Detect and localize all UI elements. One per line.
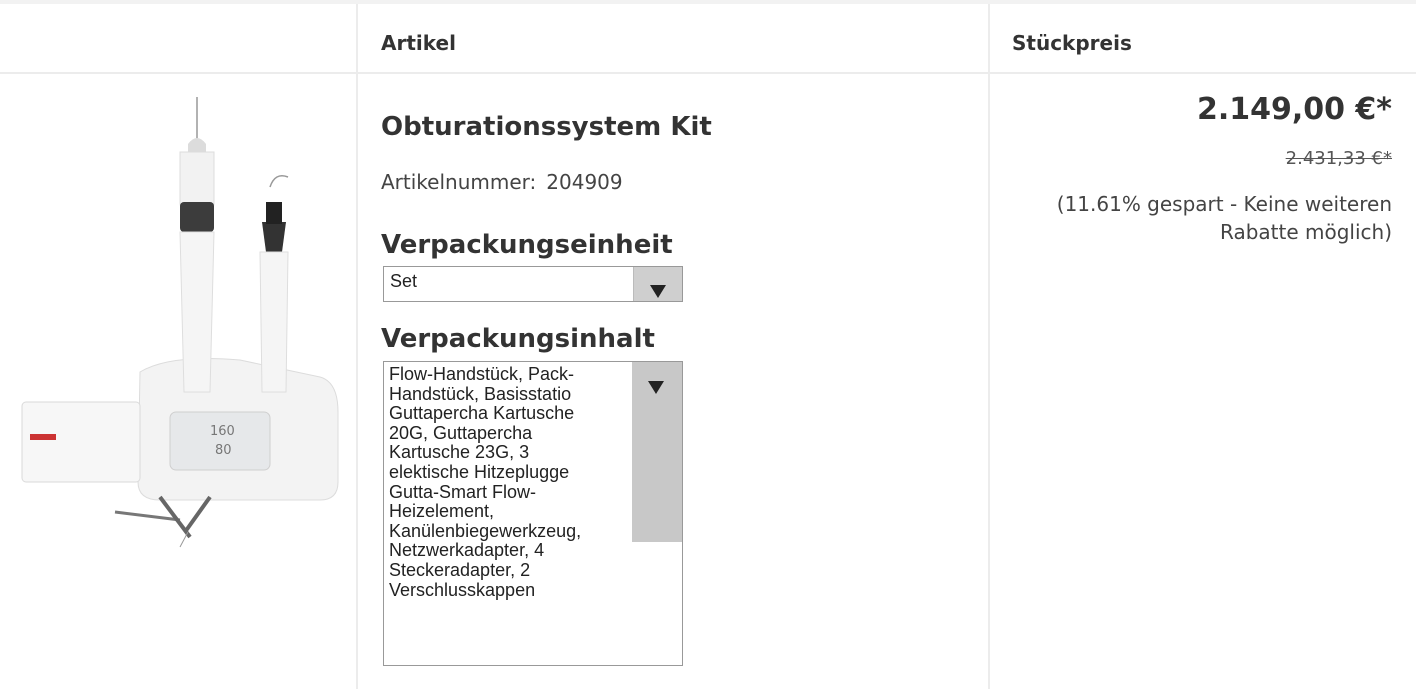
column-divider bbox=[356, 4, 358, 689]
product-title[interactable]: Obturationssystem Kit bbox=[381, 112, 712, 142]
packaging-content-dropdown-button[interactable] bbox=[632, 362, 682, 542]
packaging-content-heading: Verpackungsinhalt bbox=[381, 324, 655, 354]
column-header-unit-price: Stückpreis bbox=[1012, 31, 1132, 55]
column-divider bbox=[988, 4, 990, 689]
header-divider bbox=[0, 72, 1416, 74]
svg-text:80: 80 bbox=[215, 443, 232, 458]
packaging-unit-heading: Verpackungseinheit bbox=[381, 230, 673, 260]
dental-obturation-system-image[interactable]: 160 80 bbox=[20, 92, 342, 552]
article-number-value: 204909 bbox=[546, 170, 623, 194]
packaging-unit-select[interactable]: Set bbox=[383, 266, 683, 302]
savings-note: (11.61% gespart - Keine weiteren Rabatte… bbox=[1056, 192, 1392, 244]
old-price: 2.431,33 €* bbox=[1285, 148, 1392, 169]
packaging-content-select[interactable]: Flow-Handstück, Pack- Handstück, Basisst… bbox=[383, 361, 683, 666]
article-number-label: Artikelnummer: bbox=[381, 170, 537, 194]
packaging-unit-dropdown-button[interactable] bbox=[633, 267, 682, 301]
column-header-article: Artikel bbox=[381, 31, 456, 55]
chevron-down-icon bbox=[648, 381, 664, 394]
article-number: Artikelnummer: 204909 bbox=[381, 170, 623, 194]
svg-text:160: 160 bbox=[210, 424, 235, 439]
chevron-down-icon bbox=[650, 285, 666, 298]
packaging-unit-selected-value: Set bbox=[390, 271, 418, 291]
product-price: 2.149,00 €* bbox=[1196, 92, 1392, 127]
table-top-border bbox=[0, 0, 1416, 4]
